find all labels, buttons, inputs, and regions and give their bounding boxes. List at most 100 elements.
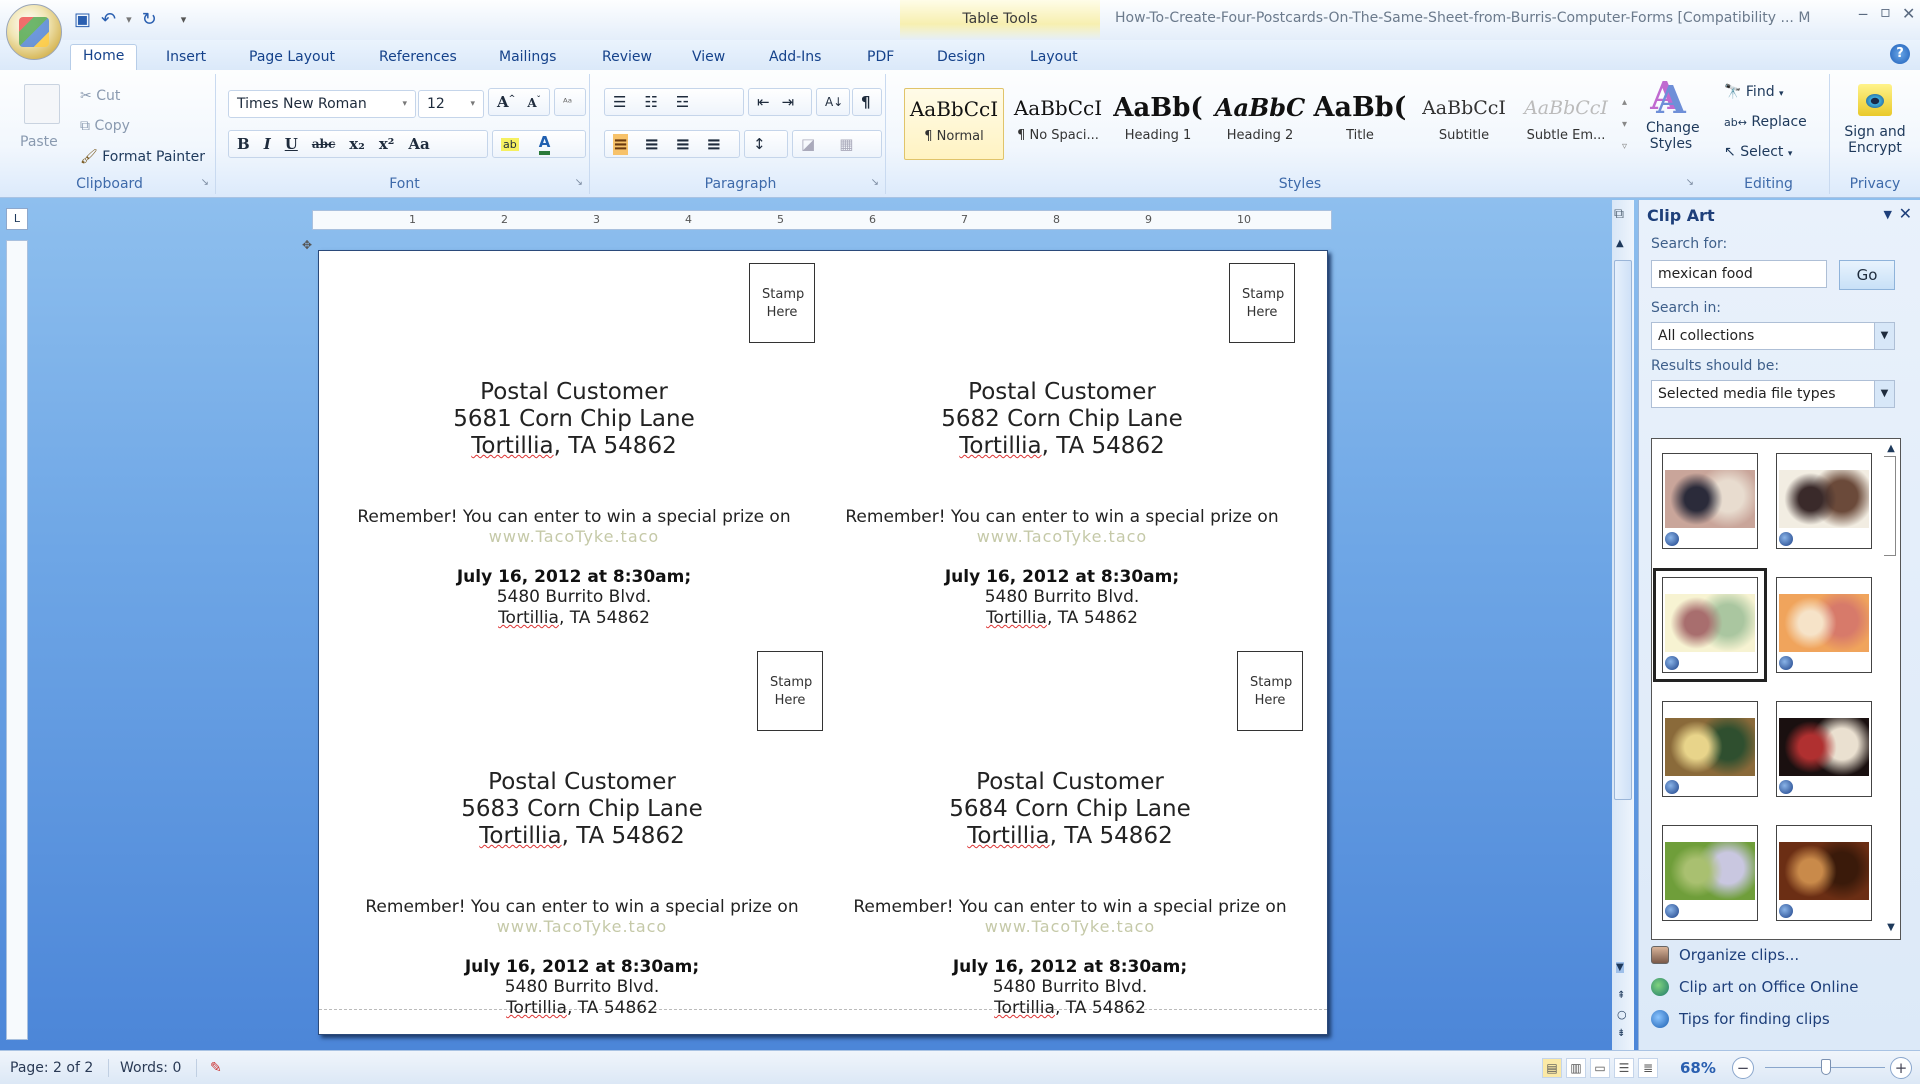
next-page-icon[interactable]: ⇟ bbox=[1617, 1028, 1625, 1039]
save-icon[interactable]: ▣ bbox=[74, 9, 91, 30]
underline-button[interactable]: U bbox=[285, 135, 298, 153]
tab-layout[interactable]: Layout bbox=[1018, 46, 1090, 70]
change-case-button[interactable]: Aa bbox=[408, 135, 429, 153]
change-styles-button[interactable]: A Change Styles bbox=[1646, 80, 1700, 153]
clip-thumbnail[interactable] bbox=[1662, 825, 1758, 921]
print-layout-view-icon[interactable]: ▤ bbox=[1542, 1058, 1562, 1078]
replace-button[interactable]: ab↔ Replace bbox=[1724, 114, 1807, 130]
customize-qat-icon[interactable]: ▾ bbox=[181, 13, 187, 26]
style-heading-1[interactable]: AaBb(Heading 1 bbox=[1108, 88, 1208, 160]
find-button[interactable]: 🔭 Find ▾ bbox=[1724, 84, 1784, 100]
line-spacing-button[interactable]: ↕ bbox=[744, 130, 788, 158]
minimize-button[interactable]: ‒ bbox=[1858, 4, 1868, 23]
sort-button[interactable]: A↓ bbox=[816, 88, 850, 116]
search-in-select[interactable]: All collections ▼ bbox=[1651, 322, 1895, 350]
numbering-button[interactable]: ☷ bbox=[644, 93, 657, 111]
table-move-handle-icon[interactable]: ✥ bbox=[302, 238, 312, 252]
sign-encrypt-button[interactable]: Sign and Encrypt bbox=[1834, 124, 1916, 156]
shading-button[interactable]: ◪ bbox=[801, 135, 815, 153]
go-button[interactable]: Go bbox=[1839, 260, 1895, 290]
font-name-combo[interactable]: Times New Roman ▾ bbox=[228, 90, 416, 118]
full-screen-reading-icon[interactable]: ▥ bbox=[1566, 1058, 1586, 1078]
cut-button[interactable]: ✂ Cut bbox=[80, 88, 120, 104]
clip-thumbnail[interactable] bbox=[1776, 825, 1872, 921]
clip-thumbnail[interactable] bbox=[1662, 453, 1758, 549]
postcard[interactable]: Stamp Here Postal Customer 5681 Corn Chi… bbox=[329, 251, 819, 628]
copy-button[interactable]: ⧉ Copy bbox=[80, 118, 130, 134]
bullets-button[interactable]: ☰ bbox=[613, 93, 626, 111]
tab-design[interactable]: Design bbox=[925, 46, 997, 70]
font-color-button[interactable]: A bbox=[538, 133, 551, 155]
restore-button[interactable]: ▫ bbox=[1880, 2, 1891, 21]
website-link[interactable]: www.TacoTyke.taco bbox=[825, 917, 1315, 936]
results-scrollbar[interactable]: ▲ ▼ bbox=[1884, 443, 1898, 933]
style-subtitle[interactable]: AaBbCcI Subtitle bbox=[1414, 88, 1514, 160]
word-count[interactable]: Words: 0 bbox=[120, 1060, 181, 1076]
strikethrough-button[interactable]: abc bbox=[312, 137, 335, 151]
tab-home[interactable]: Home bbox=[70, 44, 138, 70]
clip-art-online-link[interactable]: Clip art on Office Online bbox=[1651, 978, 1859, 996]
page-count[interactable]: Page: 2 of 2 bbox=[10, 1060, 93, 1076]
multilevel-list-button[interactable]: ☲ bbox=[676, 93, 689, 111]
tab-selector[interactable]: L bbox=[6, 208, 28, 230]
tab-references[interactable]: References bbox=[367, 46, 469, 70]
horizontal-ruler[interactable]: 1 2 3 4 5 6 7 8 9 10 bbox=[312, 210, 1332, 230]
vertical-ruler[interactable] bbox=[6, 240, 28, 1040]
proofing-icon[interactable]: ✎ bbox=[210, 1060, 222, 1076]
styles-launcher-icon[interactable]: ↘ bbox=[1686, 177, 1694, 188]
clip-thumbnail[interactable] bbox=[1662, 701, 1758, 797]
align-right-button[interactable]: ≡ bbox=[675, 134, 690, 155]
paste-button[interactable]: Paste bbox=[20, 134, 58, 150]
results-scroll-thumb[interactable] bbox=[1884, 456, 1896, 556]
undo-icon[interactable]: ↶ bbox=[101, 9, 116, 30]
website-link[interactable]: www.TacoTyke.taco bbox=[817, 527, 1307, 546]
clip-thumbnail[interactable] bbox=[1776, 701, 1872, 797]
undo-dropdown-icon[interactable]: ▾ bbox=[126, 13, 132, 26]
previous-page-icon[interactable]: ⇞ bbox=[1617, 990, 1625, 1001]
clipboard-launcher-icon[interactable]: ↘ bbox=[201, 177, 209, 188]
scroll-down-icon[interactable]: ▼ bbox=[1616, 962, 1624, 973]
pane-close-icon[interactable]: ✕ bbox=[1899, 204, 1912, 223]
tab-view[interactable]: View bbox=[680, 46, 737, 70]
tab-pdf[interactable]: PDF bbox=[855, 46, 906, 70]
increase-indent-button[interactable]: ⇥ bbox=[782, 93, 795, 111]
shrink-font-icon[interactable]: Aˇ bbox=[527, 94, 540, 110]
zoom-slider[interactable] bbox=[1765, 1059, 1885, 1075]
style-normal[interactable]: AaBbCcI ¶ Normal bbox=[904, 88, 1004, 160]
clip-thumbnail[interactable] bbox=[1776, 453, 1872, 549]
tab-page-layout[interactable]: Page Layout bbox=[237, 46, 347, 70]
tab-add-ins[interactable]: Add-Ins bbox=[757, 46, 833, 70]
help-icon[interactable]: ? bbox=[1890, 44, 1910, 64]
pane-menu-icon[interactable]: ▼ bbox=[1884, 208, 1892, 221]
tips-link[interactable]: Tips for finding clips bbox=[1651, 1010, 1830, 1028]
office-button[interactable] bbox=[6, 4, 62, 60]
paragraph-launcher-icon[interactable]: ↘ bbox=[871, 177, 879, 188]
italic-button[interactable]: I bbox=[264, 135, 271, 153]
center-button[interactable]: ≡ bbox=[644, 134, 659, 155]
highlight-color-button[interactable]: ab bbox=[501, 137, 519, 151]
results-type-select[interactable]: Selected media file types ▼ bbox=[1651, 380, 1895, 408]
website-link[interactable]: www.TacoTyke.taco bbox=[329, 527, 819, 546]
style-title[interactable]: AaBb(Title bbox=[1310, 88, 1410, 160]
font-launcher-icon[interactable]: ↘ bbox=[575, 177, 583, 188]
outline-view-icon[interactable]: ☰ bbox=[1614, 1058, 1634, 1078]
organize-clips-link[interactable]: Organize clips... bbox=[1651, 946, 1799, 964]
web-layout-icon[interactable]: ▭ bbox=[1590, 1058, 1610, 1078]
clip-thumbnail[interactable] bbox=[1776, 577, 1872, 673]
scroll-up-icon[interactable]: ▲ bbox=[1616, 238, 1624, 249]
select-browse-object-icon[interactable]: ○ bbox=[1617, 1008, 1627, 1021]
document-page[interactable]: Stamp Here Postal Customer 5681 Corn Chi… bbox=[318, 250, 1328, 1035]
style-heading-2[interactable]: AaBbC Heading 2 bbox=[1210, 88, 1310, 160]
scroll-up-icon[interactable]: ▲ bbox=[1884, 443, 1898, 454]
redo-icon[interactable]: ↻ bbox=[142, 9, 157, 30]
clip-thumbnail[interactable] bbox=[1653, 568, 1767, 682]
tab-review[interactable]: Review bbox=[590, 46, 664, 70]
borders-button[interactable]: ▦ bbox=[839, 135, 853, 153]
superscript-button[interactable]: x² bbox=[379, 135, 395, 153]
close-button[interactable]: ✕ bbox=[1902, 4, 1915, 23]
select-button[interactable]: ↖ Select ▾ bbox=[1724, 144, 1792, 160]
justify-button[interactable]: ≡ bbox=[706, 134, 721, 155]
grow-font-icon[interactable]: A^ bbox=[497, 93, 515, 111]
bold-button[interactable]: B bbox=[237, 135, 250, 153]
zoom-in-icon[interactable]: + bbox=[1890, 1057, 1912, 1079]
